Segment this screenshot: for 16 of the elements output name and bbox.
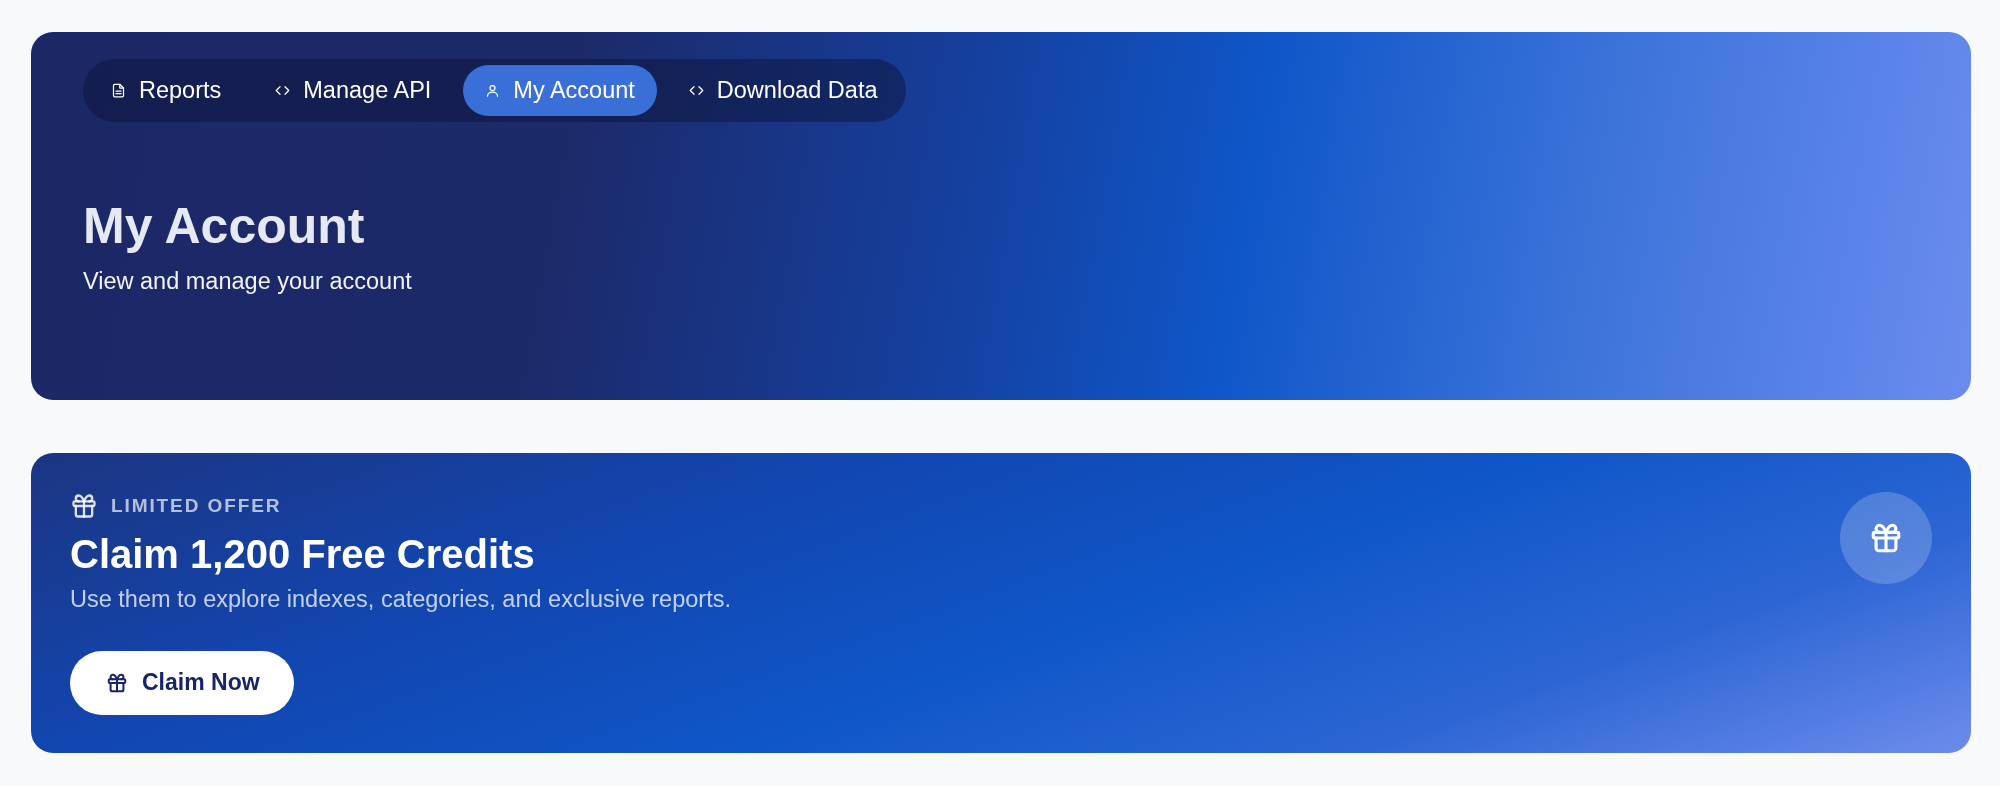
claim-now-button[interactable]: Claim Now [70,650,294,715]
code-icon [275,83,291,98]
gift-icon [106,671,128,694]
code-icon [688,83,704,98]
nav-tab[interactable]: Download Data [666,65,900,116]
document-icon [111,83,126,98]
offer-eyebrow: LIMITED OFFER [111,494,282,518]
offer-description: Use them to explore indexes, categories, and exclusive reports. [70,585,731,614]
page-subtitle: View and manage your account [83,267,413,296]
nav-tab[interactable]: Manage API [253,65,454,116]
user-icon [485,83,501,98]
nav-tab[interactable]: Reports [89,65,244,116]
gift-icon [70,492,98,520]
offer-title: Claim 1,200 Free Credits [70,531,536,578]
nav-tab[interactable]: My Account [463,65,657,116]
page-title: My Account [83,197,366,256]
